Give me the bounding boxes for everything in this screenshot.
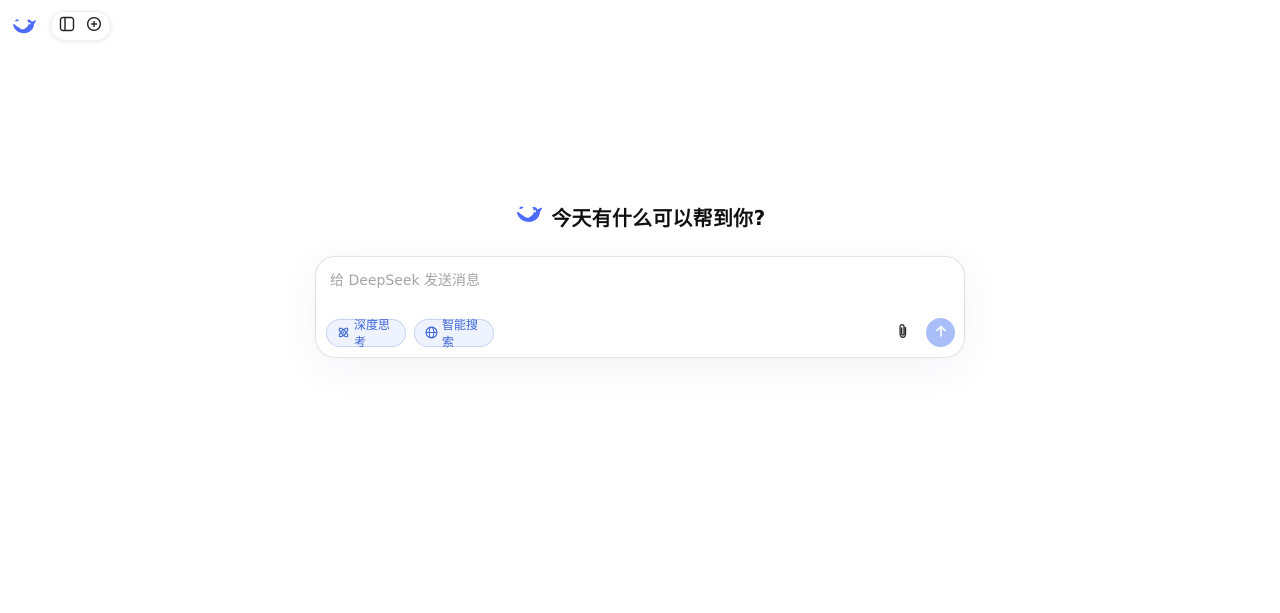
deep-think-label: 深度思考: [354, 318, 391, 349]
deep-think-toggle[interactable]: 深度思考: [326, 318, 406, 349]
message-input[interactable]: [330, 269, 950, 293]
sidebar-toggle-button[interactable]: [56, 15, 78, 37]
deepseek-whale-icon: [515, 203, 544, 229]
web-search-toggle[interactable]: 智能搜索: [414, 318, 494, 349]
greeting-header: 今天有什么可以帮到你?: [0, 201, 1280, 231]
send-button[interactable]: [926, 318, 955, 347]
sidebar-panel-icon: [59, 16, 75, 36]
globe-icon: [425, 324, 438, 343]
attach-file-button[interactable]: [892, 321, 914, 345]
greeting-title: 今天有什么可以帮到你?: [551, 205, 766, 230]
app-page: 今天有什么可以帮到你? 深度思考 智能搜索: [0, 0, 1280, 613]
top-toolbar: [50, 11, 111, 41]
deepseek-logo-icon[interactable]: [12, 16, 37, 36]
atom-icon: [337, 324, 350, 343]
message-composer: 深度思考 智能搜索: [315, 256, 965, 358]
web-search-label: 智能搜索: [442, 318, 479, 349]
arrow-up-icon: [934, 323, 948, 342]
paperclip-icon: [896, 323, 910, 343]
plus-circle-icon: [86, 16, 102, 36]
new-chat-button[interactable]: [83, 15, 105, 37]
